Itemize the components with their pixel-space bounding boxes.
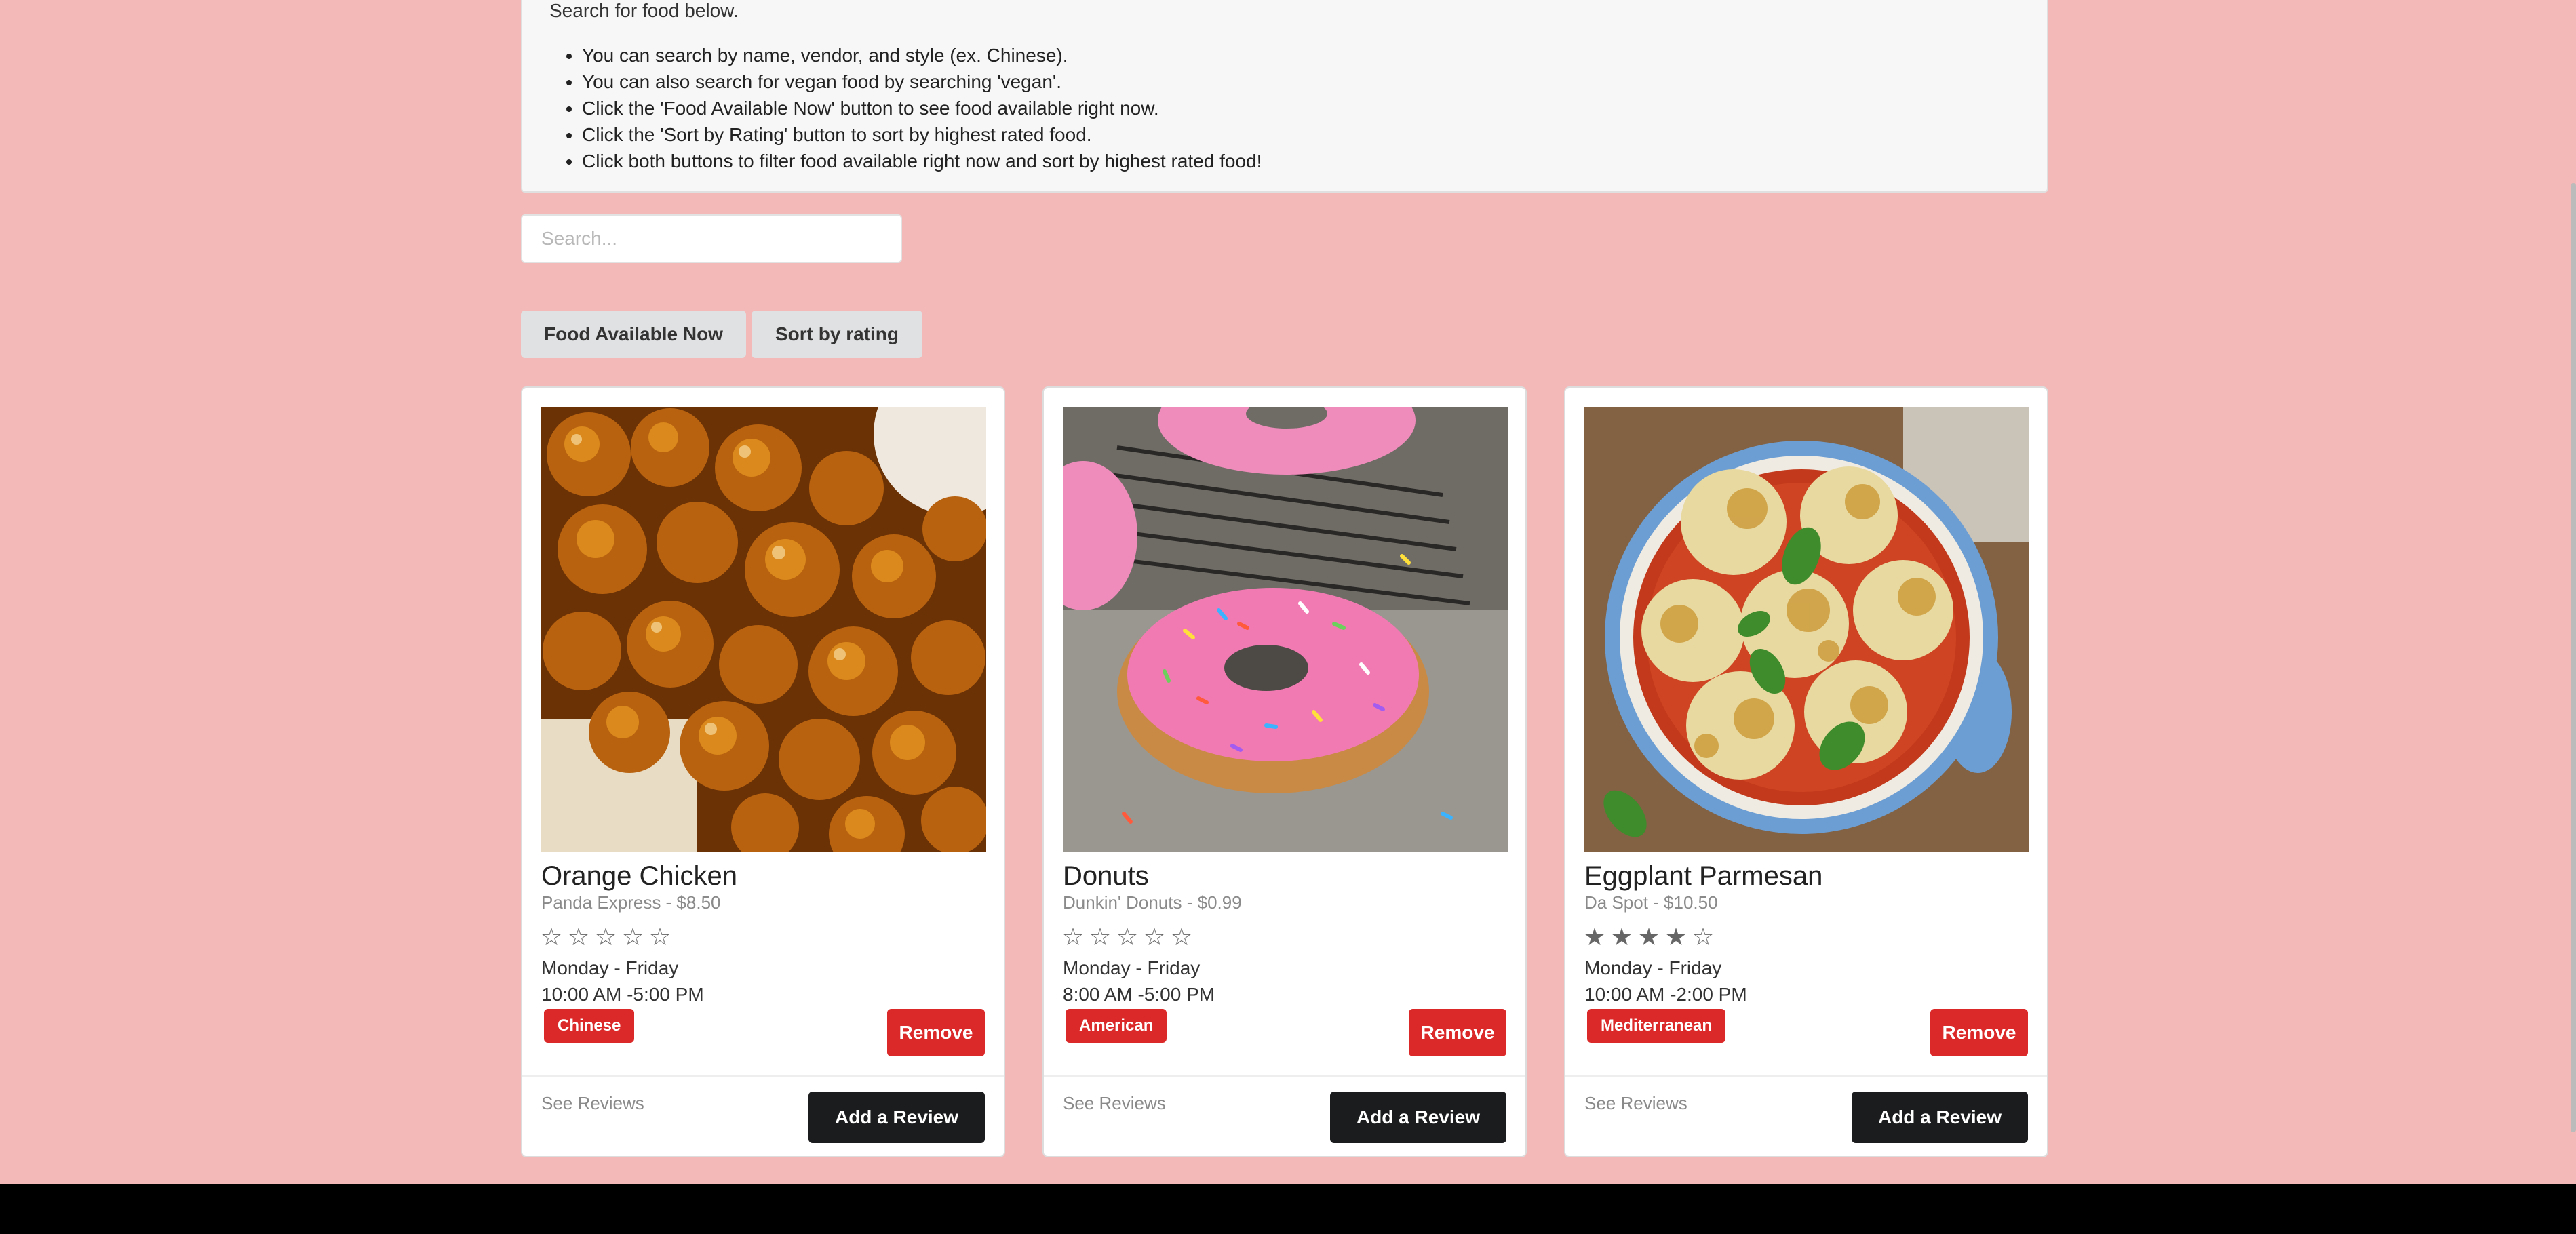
instruction-item: Click both buttons to filter food availa…	[582, 148, 1262, 174]
food-vendor-price: Panda Express - $8.50	[541, 892, 721, 913]
remove-button[interactable]: Remove	[1409, 1009, 1506, 1056]
star-empty-icon[interactable]: ☆	[1116, 923, 1139, 951]
star-empty-icon[interactable]: ☆	[1692, 923, 1715, 951]
scrollbar-thumb[interactable]	[2571, 183, 2576, 1132]
search-input[interactable]	[521, 214, 902, 263]
food-available-now-button[interactable]: Food Available Now	[521, 311, 746, 358]
star-rating[interactable]: ★ ★ ★ ★ ☆	[1583, 923, 1715, 951]
remove-button[interactable]: Remove	[887, 1009, 985, 1056]
star-filled-icon[interactable]: ★	[1664, 923, 1687, 951]
star-filled-icon[interactable]: ★	[1583, 923, 1606, 951]
food-card: Eggplant Parmesan Da Spot - $10.50 ★ ★ ★…	[1564, 386, 2048, 1157]
star-filled-icon[interactable]: ★	[1637, 923, 1660, 951]
instruction-item: Click the 'Food Available Now' button to…	[582, 95, 1262, 121]
remove-button[interactable]: Remove	[1930, 1009, 2028, 1056]
instructions-panel: Search for food below. You can search by…	[521, 0, 2048, 193]
star-empty-icon[interactable]: ☆	[1061, 923, 1085, 951]
instruction-item: You can search by name, vendor, and styl…	[582, 42, 1262, 68]
add-review-button[interactable]: Add a Review	[1852, 1092, 2028, 1143]
star-empty-icon[interactable]: ☆	[540, 923, 563, 951]
card-divider	[1044, 1075, 1525, 1077]
star-empty-icon[interactable]: ☆	[648, 923, 671, 951]
availability-hours: 10:00 AM -5:00 PM	[541, 984, 704, 1005]
see-reviews-link[interactable]: See Reviews	[1063, 1093, 1166, 1114]
scrollbar-track[interactable]	[2571, 0, 2576, 1184]
food-vendor-price: Da Spot - $10.50	[1584, 892, 1718, 913]
star-rating[interactable]: ☆ ☆ ☆ ☆ ☆	[540, 923, 671, 951]
availability-hours: 10:00 AM -2:00 PM	[1584, 984, 1747, 1005]
instructions-list: You can search by name, vendor, and styl…	[549, 42, 1262, 174]
food-photo-eggplant-parmesan	[1584, 407, 2029, 852]
cuisine-tag: Mediterranean	[1587, 1009, 1726, 1043]
star-empty-icon[interactable]: ☆	[621, 923, 644, 951]
star-empty-icon[interactable]: ☆	[1143, 923, 1166, 951]
star-rating[interactable]: ☆ ☆ ☆ ☆ ☆	[1061, 923, 1193, 951]
food-photo-donuts	[1063, 407, 1508, 852]
card-divider	[1565, 1075, 2047, 1077]
food-vendor-price: Dunkin' Donuts - $0.99	[1063, 892, 1242, 913]
add-review-button[interactable]: Add a Review	[808, 1092, 985, 1143]
instructions-intro: Search for food below.	[549, 0, 739, 21]
cuisine-tag: American	[1066, 1009, 1167, 1043]
see-reviews-link[interactable]: See Reviews	[1584, 1093, 1687, 1114]
page-footer	[0, 1184, 2576, 1234]
see-reviews-link[interactable]: See Reviews	[541, 1093, 644, 1114]
food-card: Donuts Dunkin' Donuts - $0.99 ☆ ☆ ☆ ☆ ☆ …	[1042, 386, 1527, 1157]
star-empty-icon[interactable]: ☆	[1170, 923, 1193, 951]
food-card: Orange Chicken Panda Express - $8.50 ☆ ☆…	[521, 386, 1005, 1157]
food-photo-orange-chicken	[541, 407, 986, 852]
add-review-button[interactable]: Add a Review	[1330, 1092, 1506, 1143]
availability-days: Monday - Friday	[1063, 957, 1201, 978]
card-divider	[522, 1075, 1004, 1077]
star-filled-icon[interactable]: ★	[1610, 923, 1633, 951]
food-title: Donuts	[1063, 861, 1149, 891]
sort-by-rating-button[interactable]: Sort by rating	[752, 311, 922, 358]
star-empty-icon[interactable]: ☆	[594, 923, 617, 951]
food-title: Eggplant Parmesan	[1584, 861, 1823, 891]
food-title: Orange Chicken	[541, 861, 738, 891]
star-empty-icon[interactable]: ☆	[1089, 923, 1112, 951]
availability-days: Monday - Friday	[541, 957, 679, 978]
availability-days: Monday - Friday	[1584, 957, 1722, 978]
cuisine-tag: Chinese	[544, 1009, 635, 1043]
star-empty-icon[interactable]: ☆	[567, 923, 590, 951]
availability-hours: 8:00 AM -5:00 PM	[1063, 984, 1215, 1005]
instruction-item: Click the 'Sort by Rating' button to sor…	[582, 121, 1262, 148]
instruction-item: You can also search for vegan food by se…	[582, 68, 1262, 95]
